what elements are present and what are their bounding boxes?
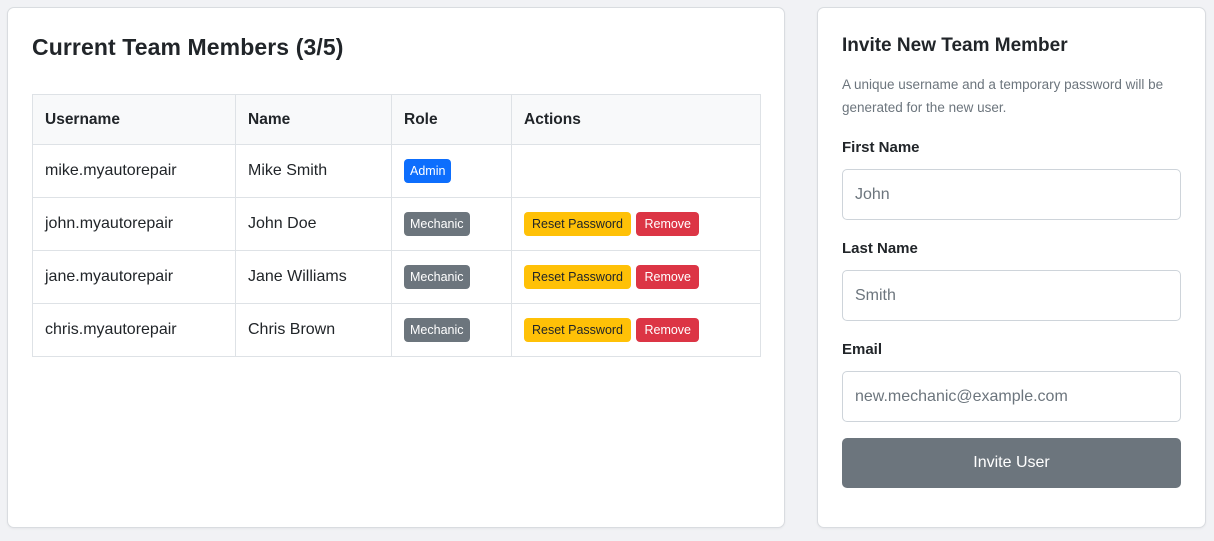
invite-user-button[interactable]: Invite User: [842, 438, 1181, 488]
last-name-label: Last Name: [842, 240, 918, 257]
first-name-field[interactable]: [842, 169, 1181, 220]
role-badge: Mechanic: [404, 318, 470, 342]
team-members-table: Username Name Role Actions mike.myautore…: [32, 94, 761, 357]
invite-member-card: Invite New Team Member A unique username…: [817, 7, 1206, 528]
reset-password-button[interactable]: Reset Password: [524, 265, 632, 289]
name-cell: John Doe: [235, 197, 392, 251]
actions-cell: [511, 144, 761, 198]
role-cell: Mechanic: [391, 197, 512, 251]
actions-cell: Reset Password Remove: [511, 197, 761, 251]
actions-cell: Reset Password Remove: [511, 250, 761, 304]
table-row: mike.myautorepair Mike Smith Admin: [32, 144, 761, 198]
role-cell: Admin: [391, 144, 512, 198]
remove-button[interactable]: Remove: [636, 318, 700, 342]
team-members-card: Current Team Members (3/5) Username Name…: [7, 7, 785, 528]
column-header-actions: Actions: [511, 94, 761, 145]
remove-button[interactable]: Remove: [636, 212, 700, 236]
reset-password-button[interactable]: Reset Password: [524, 318, 632, 342]
invite-description: A unique username and a temporary passwo…: [842, 77, 1164, 115]
username-cell: jane.myautorepair: [32, 250, 236, 304]
last-name-field[interactable]: [842, 270, 1181, 321]
username-cell: john.myautorepair: [32, 197, 236, 251]
actions-cell: Reset Password Remove: [511, 303, 761, 357]
column-header-username: Username: [32, 94, 236, 145]
table-row: john.myautorepair John Doe Mechanic Rese…: [32, 197, 761, 251]
username-cell: chris.myautorepair: [32, 303, 236, 357]
table-header-row: Username Name Role Actions: [32, 94, 761, 145]
table-row: chris.myautorepair Chris Brown Mechanic …: [32, 303, 761, 357]
role-badge: Mechanic: [404, 265, 470, 289]
name-cell: Mike Smith: [235, 144, 392, 198]
table-row: jane.myautorepair Jane Williams Mechanic…: [32, 250, 761, 304]
name-cell: Chris Brown: [235, 303, 392, 357]
role-cell: Mechanic: [391, 250, 512, 304]
email-label: Email: [842, 341, 883, 358]
remove-button[interactable]: Remove: [636, 265, 700, 289]
email-field[interactable]: [842, 371, 1181, 422]
role-badge: Admin: [404, 159, 452, 183]
column-header-name: Name: [235, 94, 392, 145]
name-cell: Jane Williams: [235, 250, 392, 304]
username-cell: mike.myautorepair: [32, 144, 236, 198]
team-members-title: Current Team Members (3/5): [32, 34, 344, 60]
invite-title: Invite New Team Member: [842, 35, 1068, 56]
role-cell: Mechanic: [391, 303, 512, 357]
role-badge: Mechanic: [404, 212, 470, 236]
reset-password-button[interactable]: Reset Password: [524, 212, 632, 236]
column-header-role: Role: [391, 94, 512, 145]
first-name-label: First Name: [842, 139, 920, 156]
